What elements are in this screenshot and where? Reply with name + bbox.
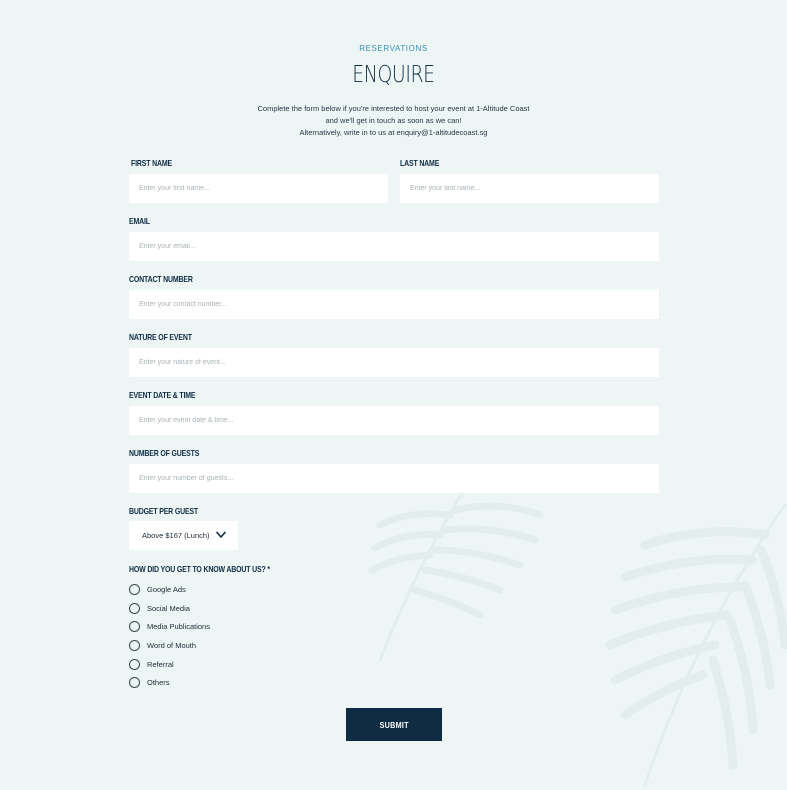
intro-line: Alternatively, write in to us at enquiry… (299, 127, 488, 137)
budget-select[interactable]: Above $167 (Lunch) (129, 521, 238, 550)
last-name-input[interactable] (400, 174, 659, 203)
nature-of-event-input[interactable] (129, 348, 659, 377)
radio-button[interactable] (129, 584, 140, 595)
radio-label: Referral (147, 660, 174, 669)
submit-button[interactable]: SUBMIT (346, 708, 442, 741)
page-title: ENQUIRE (352, 62, 435, 88)
source-label: HOW DID YOU GET TO KNOW ABOUT US? * (129, 564, 270, 574)
radio-label: Social Media (147, 604, 190, 613)
email-input[interactable] (129, 232, 659, 261)
fern-leaf-icon (368, 478, 544, 662)
radio-label: Others (147, 678, 170, 687)
number-of-guests-label: NUMBER OF GUESTS (129, 448, 200, 458)
radio-button[interactable] (129, 659, 140, 670)
radio-option-referral[interactable]: Referral (129, 658, 174, 671)
chevron-down-icon (216, 531, 226, 538)
radio-button[interactable] (129, 621, 140, 632)
radio-option-google-ads[interactable]: Google Ads (129, 583, 186, 596)
radio-option-word-of-mouth[interactable]: Word of Mouth (129, 639, 196, 652)
radio-button[interactable] (129, 640, 140, 651)
radio-button[interactable] (129, 677, 140, 688)
last-name-label: LAST NAME (400, 158, 440, 168)
number-of-guests-input[interactable] (129, 464, 659, 493)
radio-label: Google Ads (147, 585, 186, 594)
budget-label: BUDGET PER GUEST (129, 506, 199, 516)
intro-text: Complete the form below if you're intere… (0, 103, 787, 138)
fern-leaf-icon (605, 503, 787, 787)
section-eyebrow: RESERVATIONS (359, 44, 428, 53)
radio-option-media-publications[interactable]: Media Publications (129, 620, 210, 633)
contact-number-label: CONTACT NUMBER (129, 274, 193, 284)
radio-label: Media Publications (147, 622, 210, 631)
radio-option-social-media[interactable]: Social Media (129, 602, 190, 615)
radio-option-others[interactable]: Others (129, 676, 170, 689)
event-datetime-input[interactable] (129, 406, 659, 435)
email-label: EMAIL (129, 216, 150, 226)
event-datetime-label: EVENT DATE & TIME (129, 390, 196, 400)
first-name-input[interactable] (129, 174, 388, 203)
intro-line: Complete the form below if you're intere… (257, 104, 530, 113)
intro-line: and we'll get in touch as soon as we can… (325, 115, 462, 125)
budget-selected-value: Above $167 (Lunch) (142, 531, 210, 540)
contact-number-input[interactable] (129, 290, 659, 319)
nature-of-event-label: NATURE OF EVENT (129, 332, 192, 342)
radio-label: Word of Mouth (147, 641, 197, 650)
radio-button[interactable] (129, 603, 140, 614)
submit-label: SUBMIT (379, 719, 409, 730)
first-name-label: FIRST NAME (131, 158, 172, 168)
